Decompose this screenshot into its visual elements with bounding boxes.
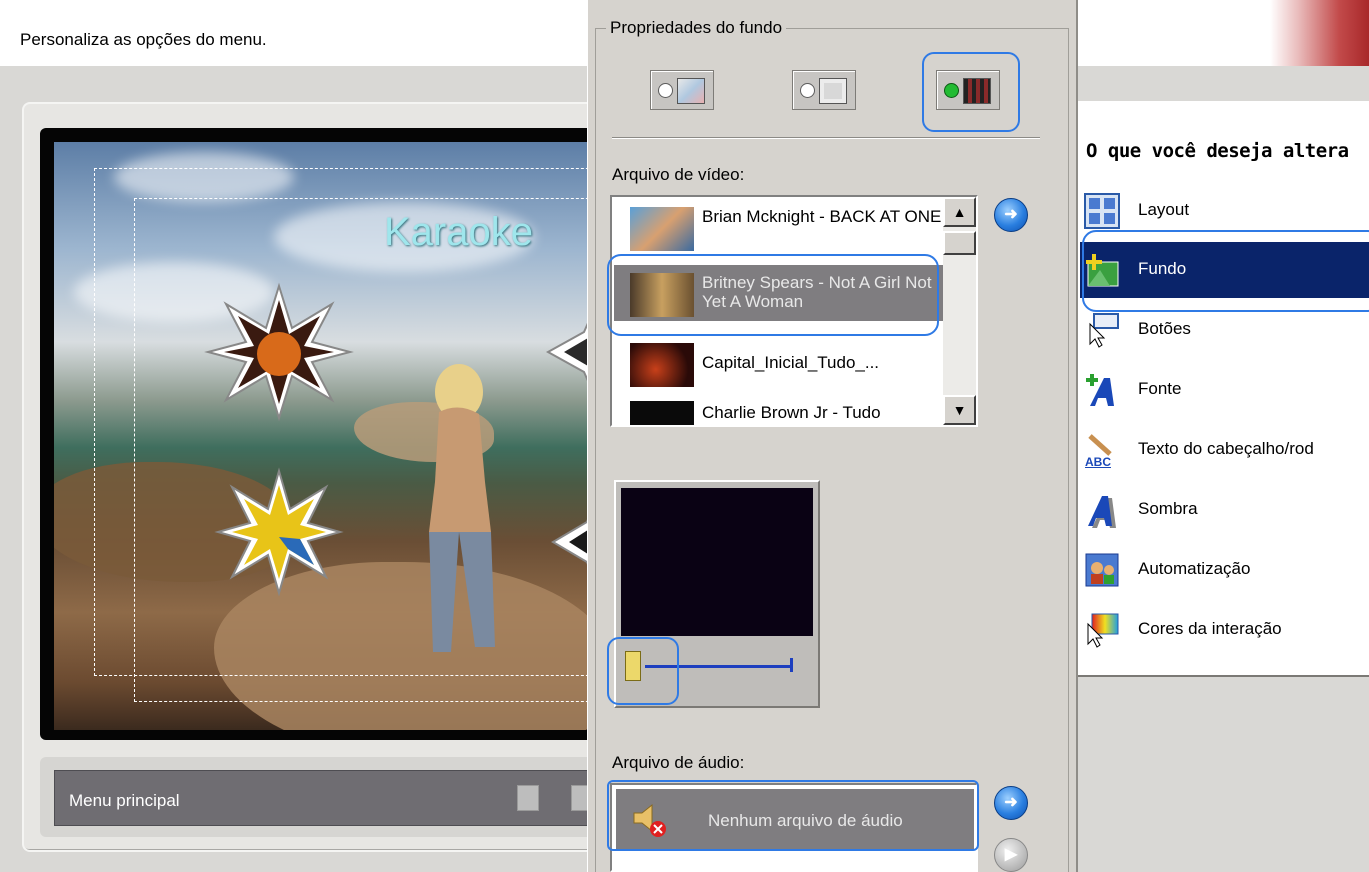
layout-icon xyxy=(1084,193,1120,229)
instruction-text: Personaliza as opções do menu. xyxy=(20,30,267,49)
scroll-down-icon[interactable]: ▼ xyxy=(943,395,976,425)
list-item[interactable]: Capital_Inicial_Tudo_... xyxy=(614,335,944,391)
star-button-1[interactable] xyxy=(204,282,354,422)
option-label: Sombra xyxy=(1138,499,1198,518)
video-file-name: Brian Mcknight - BACK AT ONE xyxy=(702,207,942,226)
safe-area-inner xyxy=(134,198,600,702)
option-label: Layout xyxy=(1138,200,1190,219)
star-button-2[interactable] xyxy=(214,467,344,597)
slider-end-marker xyxy=(790,658,793,672)
option-label: Texto do cabeçalho/rod xyxy=(1138,439,1314,458)
color-swatch-icon xyxy=(677,78,705,104)
shadow-icon xyxy=(1088,496,1116,528)
image-background-button[interactable] xyxy=(792,70,856,110)
radio-icon xyxy=(658,83,673,98)
selection-highlight xyxy=(607,780,979,851)
group-title: Propriedades do fundo xyxy=(606,18,787,38)
menu-selector-bar: Menu principal xyxy=(54,770,600,826)
option-sombra[interactable]: Sombra xyxy=(1080,482,1369,538)
menu-preview-screen[interactable]: Karaoke xyxy=(54,142,600,730)
automation-icon xyxy=(1085,553,1119,587)
browse-audio-button[interactable]: ➜ xyxy=(994,786,1028,820)
buttons-icon xyxy=(1089,313,1119,348)
scroll-up-icon[interactable]: ▲ xyxy=(943,197,976,227)
video-preview xyxy=(621,488,813,636)
option-cores-interacao[interactable]: Cores da interação xyxy=(1080,602,1369,658)
video-list-scrollbar[interactable]: ▲ ▼ xyxy=(943,197,976,425)
svg-text:ABC: ABC xyxy=(1085,455,1111,468)
separator xyxy=(612,137,1040,139)
menu-navigation-icon[interactable] xyxy=(517,785,539,811)
list-item[interactable]: Charlie Brown Jr - Tudo xyxy=(614,393,944,425)
browse-icon: ➜ xyxy=(1004,794,1018,811)
group-border xyxy=(595,28,596,872)
option-fonte[interactable]: Fonte xyxy=(1080,362,1369,418)
group-border xyxy=(1068,28,1069,872)
play-icon: ▶ xyxy=(1004,846,1018,863)
selection-highlight xyxy=(607,637,679,705)
list-item[interactable]: Brian Mcknight - BACK AT ONE xyxy=(614,199,944,255)
options-title: O que você deseja altera xyxy=(1086,140,1349,162)
header-decoration xyxy=(1270,0,1369,66)
radio-icon xyxy=(800,83,815,98)
person-figure xyxy=(429,364,495,652)
browse-video-button[interactable]: ➜ xyxy=(994,198,1028,232)
menu-label: Menu principal xyxy=(69,791,180,810)
selection-highlight xyxy=(1082,230,1369,312)
option-label: Botões xyxy=(1138,319,1191,338)
video-file-label: Arquivo de vídeo: xyxy=(612,165,745,184)
font-icon xyxy=(1086,374,1114,406)
interaction-colors-icon xyxy=(1087,613,1119,648)
video-thumbnail xyxy=(630,343,694,387)
option-label: Cores da interação xyxy=(1138,619,1282,638)
scroll-thumb[interactable] xyxy=(943,231,976,255)
play-audio-button[interactable]: ▶ xyxy=(994,838,1028,872)
option-texto-cabecalho[interactable]: ABC Texto do cabeçalho/rod xyxy=(1080,422,1369,478)
selection-highlight xyxy=(922,52,1020,132)
video-thumbnail xyxy=(630,401,694,425)
header-text-icon: ABC xyxy=(1085,434,1112,468)
image-icon xyxy=(819,78,847,104)
audio-file-label: Arquivo de áudio: xyxy=(612,753,745,772)
color-background-button[interactable] xyxy=(650,70,714,110)
selection-highlight xyxy=(607,254,939,336)
option-automatizacao[interactable]: Automatização xyxy=(1080,542,1369,598)
video-thumbnail xyxy=(630,207,694,251)
option-label: Automatização xyxy=(1138,559,1251,578)
menu-title-overlay[interactable]: Karaoke xyxy=(384,210,533,255)
option-label: Fonte xyxy=(1138,379,1182,398)
video-file-name: Charlie Brown Jr - Tudo xyxy=(702,403,881,422)
browse-icon: ➜ xyxy=(1004,206,1018,223)
video-file-name: Capital_Inicial_Tudo_... xyxy=(702,353,880,372)
